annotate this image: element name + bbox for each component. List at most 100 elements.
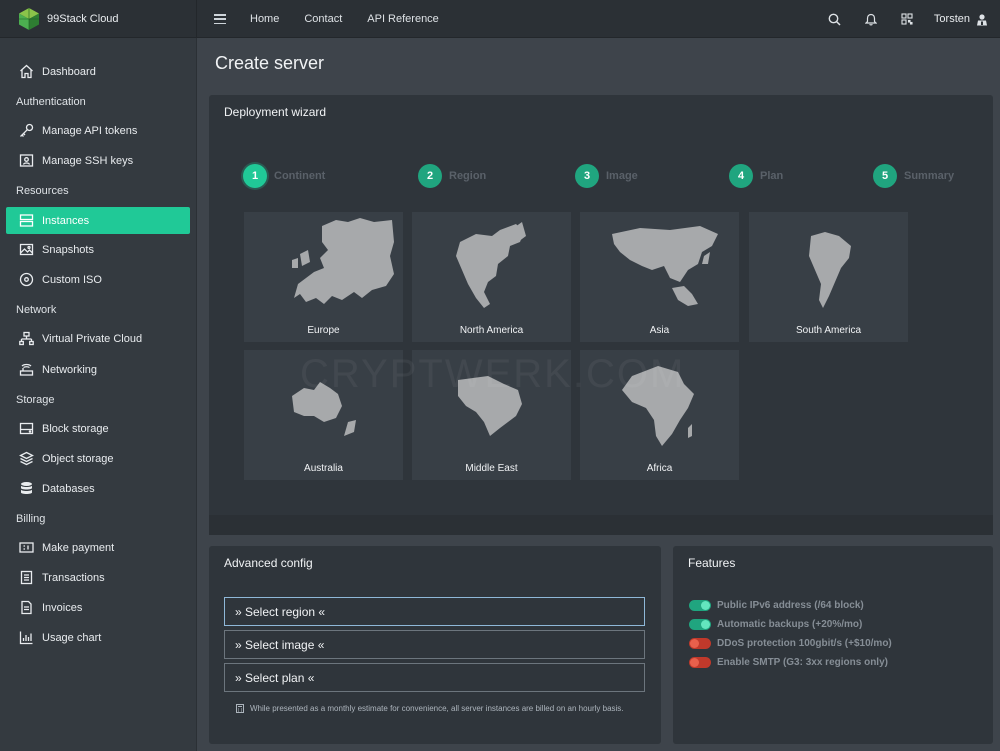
- brand[interactable]: 99Stack Cloud: [0, 0, 197, 38]
- list-document-icon: [18, 570, 34, 586]
- sidebar-item-label: Transactions: [42, 571, 105, 584]
- sidebar-item-databases[interactable]: Databases: [6, 475, 190, 502]
- user-menu[interactable]: Torsten: [934, 13, 988, 26]
- feature-label: Automatic backups (+20%/mo): [717, 619, 863, 630]
- network-icon: [18, 331, 34, 347]
- step-label: Summary: [904, 170, 955, 182]
- feature-toggle-smtp[interactable]: Enable SMTP (G3: 3xx regions only): [689, 657, 888, 668]
- feature-toggle-ddos[interactable]: DDoS protection 100gbit/s (+$10/mo): [689, 638, 892, 649]
- sidebar-item-label: Databases: [42, 482, 95, 495]
- continent-tile-africa[interactable]: Africa: [580, 350, 739, 480]
- sidebar-section-billing: Billing: [16, 513, 46, 525]
- continent-tile-north-america[interactable]: North America: [412, 212, 571, 342]
- wizard-step-plan[interactable]: 4 Plan: [729, 164, 783, 188]
- continent-label: Australia: [304, 463, 343, 474]
- page-title: Create server: [215, 53, 325, 73]
- continent-tile-middle-east[interactable]: Middle East: [412, 350, 571, 480]
- sidebar-section-authentication: Authentication: [16, 96, 86, 108]
- nav-api-reference-link[interactable]: API Reference: [367, 13, 439, 25]
- calculator-icon: [236, 704, 244, 713]
- select-image-dropdown[interactable]: » Select image «: [224, 630, 645, 659]
- sidebar-item-label: Virtual Private Cloud: [42, 332, 143, 345]
- wizard-step-region[interactable]: 2 Region: [418, 164, 486, 188]
- card-title: Deployment wizard: [224, 105, 327, 119]
- sidebar-section-resources: Resources: [16, 185, 69, 197]
- select-region-dropdown[interactable]: » Select region «: [224, 597, 645, 626]
- search-icon[interactable]: [828, 12, 842, 26]
- sidebar-item-object-storage[interactable]: Object storage: [6, 445, 190, 472]
- sidebar-item-label: Dashboard: [42, 65, 96, 78]
- sidebar-item-block-storage[interactable]: Block storage: [6, 415, 190, 442]
- sidebar-item-dashboard[interactable]: Dashboard: [6, 58, 190, 85]
- sidebar-item-ssh-keys[interactable]: Manage SSH keys: [6, 147, 190, 174]
- continent-tile-asia[interactable]: Asia: [580, 212, 739, 342]
- toggle-switch[interactable]: [689, 638, 711, 649]
- sidebar-item-custom-iso[interactable]: Custom ISO: [6, 266, 190, 293]
- step-label: Continent: [274, 170, 326, 182]
- sidebar-item-api-tokens[interactable]: Manage API tokens: [6, 117, 190, 144]
- sidebar-item-usage-chart[interactable]: Usage chart: [6, 624, 190, 651]
- africa-map-icon: [622, 366, 694, 446]
- sidebar-item-label: Manage API tokens: [42, 124, 138, 137]
- continent-tile-australia[interactable]: Australia: [244, 350, 403, 480]
- sidebar-item-label: Usage chart: [42, 631, 102, 644]
- step-number: 3: [575, 164, 599, 188]
- database-icon: [18, 481, 34, 497]
- money-bill-icon: [18, 540, 34, 556]
- continent-label: South America: [795, 325, 862, 336]
- sidebar-item-transactions[interactable]: Transactions: [6, 564, 190, 591]
- nav-home-link[interactable]: Home: [250, 13, 279, 25]
- image-icon: [18, 242, 34, 258]
- continent-tile-south-america[interactable]: South America: [749, 212, 908, 342]
- feature-label: Enable SMTP (G3: 3xx regions only): [717, 657, 888, 668]
- sidebar-item-label: Instances: [42, 214, 90, 227]
- top-bar: 99Stack Cloud Home Contact API Reference…: [0, 0, 1000, 38]
- europe-map-icon: [292, 218, 394, 304]
- continent-label: Middle East: [465, 463, 518, 474]
- toggle-switch[interactable]: [689, 600, 711, 611]
- feature-toggle-ipv6[interactable]: Public IPv6 address (/64 block): [689, 600, 864, 611]
- australia-map-icon: [292, 382, 356, 436]
- sidebar-item-vpc[interactable]: Virtual Private Cloud: [6, 325, 190, 352]
- sidebar-item-make-payment[interactable]: Make payment: [6, 534, 190, 561]
- sidebar-item-instances[interactable]: Instances: [6, 207, 190, 234]
- step-number: 2: [418, 164, 442, 188]
- card-footer: [209, 515, 993, 535]
- feature-toggle-backups[interactable]: Automatic backups (+20%/mo): [689, 619, 862, 630]
- top-right-actions: Torsten: [806, 0, 988, 38]
- file-icon: [18, 600, 34, 616]
- wizard-step-continent[interactable]: 1 Continent: [243, 164, 325, 188]
- bell-icon[interactable]: [864, 12, 878, 26]
- sidebar-item-label: Object storage: [42, 452, 114, 465]
- step-label: Region: [449, 170, 487, 182]
- continent-label: Europe: [307, 325, 340, 336]
- north-america-map-icon: [456, 222, 526, 308]
- sidebar-item-networking[interactable]: Networking: [6, 356, 190, 383]
- server-icon: [18, 213, 34, 229]
- select-plan-dropdown[interactable]: » Select plan «: [224, 663, 645, 692]
- wizard-step-summary[interactable]: 5 Summary: [873, 164, 954, 188]
- disc-icon: [18, 272, 34, 288]
- hamburger-menu-icon[interactable]: [214, 14, 226, 24]
- continent-tile-europe[interactable]: Europe: [244, 212, 403, 342]
- sidebar-item-invoices[interactable]: Invoices: [6, 594, 190, 621]
- nav-contact-link[interactable]: Contact: [304, 13, 342, 25]
- billing-note-text: While presented as a monthly estimate fo…: [250, 704, 624, 713]
- home-icon: [18, 64, 34, 80]
- continent-label: North America: [459, 325, 524, 336]
- toggle-switch[interactable]: [689, 657, 711, 668]
- qr-code-icon[interactable]: [900, 12, 914, 26]
- wizard-step-image[interactable]: 3 Image: [575, 164, 638, 188]
- feature-label: Public IPv6 address (/64 block): [717, 600, 864, 611]
- sidebar-item-snapshots[interactable]: Snapshots: [6, 236, 190, 263]
- south-america-map-icon: [809, 232, 851, 308]
- asia-map-icon: [612, 226, 718, 306]
- step-label: Plan: [760, 170, 784, 182]
- toggle-switch[interactable]: [689, 619, 711, 630]
- router-icon: [18, 362, 34, 378]
- sidebar-item-label: Block storage: [42, 422, 109, 435]
- sidebar-item-label: Make payment: [42, 541, 115, 554]
- card-title: Features: [688, 556, 736, 570]
- step-number: 4: [729, 164, 753, 188]
- top-nav: Home Contact API Reference: [214, 0, 464, 38]
